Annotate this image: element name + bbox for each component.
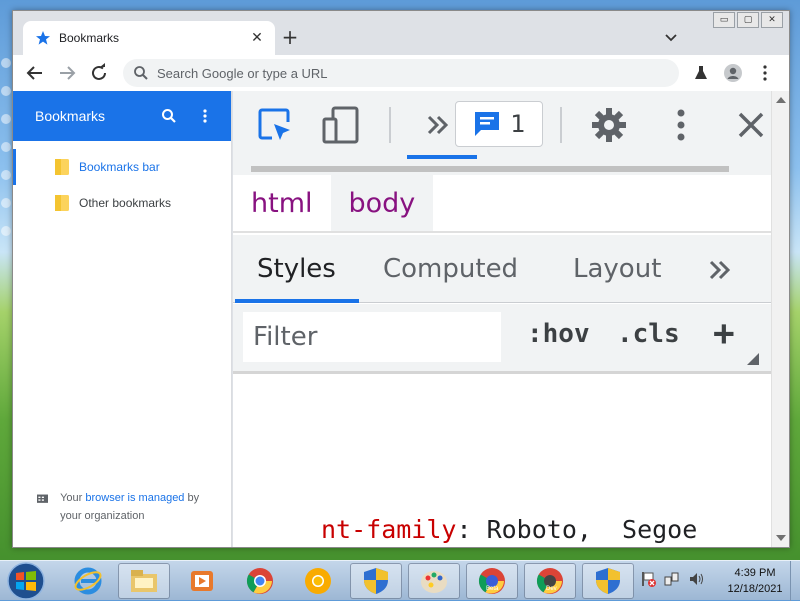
add-rule-button[interactable]: + — [713, 314, 735, 354]
canary-icon[interactable] — [292, 563, 344, 599]
horizontal-scrollbar[interactable] — [233, 163, 771, 175]
bookmarks-sidebar: Bookmarks Bookmarks bar Other bookmarks … — [13, 91, 232, 547]
taskbar: Beta Dev 4:39 PM 12/18/2021 — [0, 560, 800, 601]
css-property: nt-family — [321, 515, 457, 544]
settings-icon[interactable] — [587, 107, 631, 143]
vertical-scrollbar[interactable] — [771, 91, 789, 547]
forward-icon[interactable] — [55, 61, 79, 85]
resize-corner — [747, 353, 759, 365]
filter-input[interactable] — [243, 312, 501, 362]
tab-computed[interactable]: Computed — [383, 235, 518, 303]
menu-icon[interactable] — [753, 61, 777, 85]
tab-styles[interactable]: Styles — [257, 235, 336, 303]
issues-icon — [475, 112, 500, 136]
folder-icon — [55, 195, 69, 211]
minimize-button[interactable]: ▭ — [713, 12, 735, 28]
bookmarks-header: Bookmarks — [13, 91, 231, 141]
inspect-icon[interactable] — [253, 107, 297, 143]
building-icon — [37, 494, 49, 503]
devtools-toolbar: 1 — [233, 91, 771, 169]
folder-other-bookmarks[interactable]: Other bookmarks — [13, 185, 232, 221]
star-icon — [36, 31, 50, 45]
volume-icon[interactable] — [688, 571, 704, 587]
clock[interactable]: 4:39 PM 12/18/2021 — [722, 565, 788, 597]
dev-label: Dev — [546, 586, 557, 592]
active-tab-indicator — [407, 155, 477, 159]
network-icon[interactable] — [664, 571, 680, 587]
window-caption-buttons: ▭ ▢ ✕ — [713, 12, 783, 28]
close-icon[interactable] — [733, 107, 769, 143]
maximize-button[interactable]: ▢ — [737, 12, 759, 28]
breadcrumb-body[interactable]: body — [330, 175, 434, 231]
clock-date: 12/18/2021 — [727, 583, 783, 595]
reload-icon[interactable] — [87, 61, 111, 85]
toolbar-divider — [389, 107, 391, 143]
lab-icon[interactable] — [689, 61, 713, 85]
system-tray — [640, 571, 704, 587]
back-icon[interactable] — [23, 61, 47, 85]
tab-strip: ▭ ▢ ✕ Bookmarks ✕ + — [13, 11, 789, 55]
omnibox[interactable] — [123, 59, 679, 87]
chevron-double-icon[interactable] — [707, 235, 733, 303]
flag-icon[interactable] — [640, 571, 656, 587]
chevron-down-icon[interactable] — [663, 29, 679, 45]
bookmarks-title: Bookmarks — [35, 108, 106, 124]
omnibox-input[interactable] — [157, 65, 657, 81]
scroll-up-arrow[interactable] — [776, 97, 786, 103]
breadcrumb-html[interactable]: html — [233, 175, 331, 231]
scroll-down-arrow[interactable] — [776, 535, 786, 541]
breadcrumb: html body — [233, 175, 771, 233]
managed-text: Your browser is managed by your organiza… — [60, 492, 200, 522]
hov-button[interactable]: :hov — [527, 314, 590, 354]
search-icon — [134, 66, 148, 80]
folder-label: Bookmarks bar — [79, 160, 160, 174]
explorer-icon[interactable] — [118, 563, 170, 599]
folder-label: Other bookmarks — [79, 196, 172, 210]
devtools-panel: 1 html body Styles Computed Layout Filte… — [233, 91, 789, 547]
kebab-icon[interactable] — [195, 106, 215, 126]
browser-window: ▭ ▢ ✕ Bookmarks ✕ + Bookmarks — [12, 10, 790, 548]
toolbar-divider — [560, 107, 562, 143]
desktop-edge — [0, 40, 12, 540]
media-icon[interactable] — [176, 563, 228, 599]
chrome-icon[interactable] — [234, 563, 286, 599]
show-desktop-button[interactable] — [790, 561, 800, 601]
cls-button[interactable]: .cls — [617, 314, 680, 354]
styles-subtabs: Styles Computed Layout — [233, 235, 771, 303]
css-value: : Roboto, Segoe — [456, 515, 698, 544]
tab-bookmarks[interactable]: Bookmarks ✕ — [23, 21, 275, 55]
folder-bookmarks-bar[interactable]: Bookmarks bar — [13, 149, 232, 185]
scrollbar-thumb[interactable] — [251, 166, 729, 172]
tab-title: Bookmarks — [59, 31, 120, 45]
device-toolbar-icon[interactable] — [319, 106, 363, 144]
window-close-button[interactable]: ✕ — [761, 12, 783, 28]
shield-icon[interactable] — [582, 563, 634, 599]
chevron-double-icon[interactable] — [423, 107, 453, 143]
issues-button[interactable]: 1 — [455, 101, 543, 147]
ie-icon[interactable] — [62, 563, 114, 599]
new-tab-button[interactable]: + — [277, 25, 303, 51]
profile-icon[interactable] — [721, 61, 745, 85]
active-subtab-indicator — [235, 299, 359, 303]
chrome-beta-button[interactable]: Beta — [466, 563, 518, 599]
clock-time: 4:39 PM — [734, 567, 776, 579]
kebab-icon[interactable] — [669, 107, 693, 143]
beta-label: Beta — [486, 586, 499, 592]
chrome-dev-button[interactable]: Dev — [524, 563, 576, 599]
managed-link[interactable]: browser is managed — [85, 492, 184, 504]
issues-count: 1 — [510, 110, 526, 138]
styles-filter-bar: :hov .cls + — [233, 304, 771, 374]
paint-icon[interactable] — [408, 563, 460, 599]
shield-icon[interactable] — [350, 563, 402, 599]
managed-notice: Your browser is managed by your organiza… — [37, 489, 217, 525]
styles-code-line: nt-family: Roboto, Segoe — [321, 515, 697, 544]
browser-toolbar — [13, 55, 789, 91]
search-icon[interactable] — [159, 106, 179, 126]
tab-close-icon[interactable]: ✕ — [249, 30, 265, 46]
windows-start-icon[interactable] — [4, 562, 48, 600]
tab-layout[interactable]: Layout — [573, 235, 661, 303]
folder-icon — [55, 159, 69, 175]
